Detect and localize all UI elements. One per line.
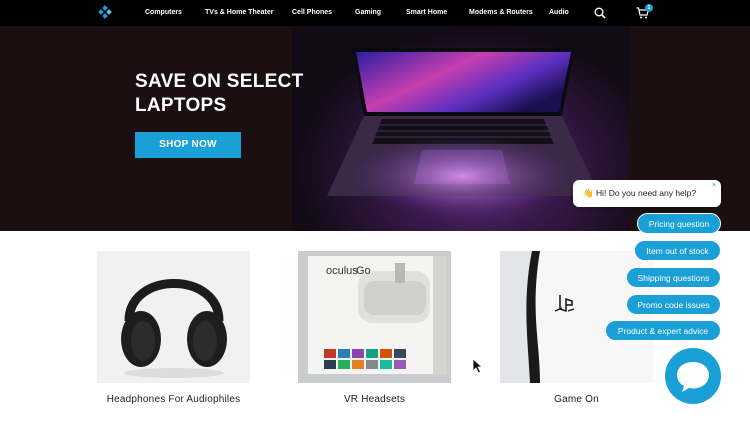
top-nav: Computers TVs & Home Theater Cell Phones… <box>0 0 750 26</box>
close-icon[interactable]: × <box>712 182 716 189</box>
chat-bubble-icon <box>677 362 709 392</box>
product-caption-headphones[interactable]: Headphones For Audiophiles <box>97 394 250 405</box>
cart-count-badge: 1 <box>645 4 653 12</box>
quick-reply-shipping-questions[interactable]: Shipping questions <box>626 267 721 288</box>
mouse-cursor-icon <box>472 358 483 374</box>
product-caption-vr-headsets[interactable]: VR Headsets <box>298 394 451 405</box>
quick-reply-item-out-of-stock[interactable]: Item out of stock <box>634 240 721 261</box>
nav-item-modems-routers[interactable]: Modems & Routers <box>469 9 533 16</box>
quick-reply-product-expert-advice[interactable]: Product & expert advice <box>605 320 721 341</box>
chat-greeting-text: 👋 Hi! Do you need any help? <box>583 188 697 198</box>
nav-item-gaming[interactable]: Gaming <box>355 9 381 16</box>
product-caption-game-on[interactable]: Game On <box>500 394 653 405</box>
vr-box-model: Go <box>356 265 371 277</box>
quick-reply-pricing-question[interactable]: Pricing question <box>637 213 721 234</box>
shop-now-button[interactable]: SHOP NOW <box>135 132 241 158</box>
chat-greeting-bubble[interactable]: 👋 Hi! Do you need any help? × <box>573 180 721 207</box>
chat-launcher-button[interactable] <box>665 348 721 404</box>
nav-item-tvs-home-theater[interactable]: TVs & Home Theater <box>205 9 273 16</box>
nav-item-cell-phones[interactable]: Cell Phones <box>292 9 332 16</box>
hero-title: SAVE ON SELECT LAPTOPS <box>135 71 304 116</box>
nav-item-audio[interactable]: Audio <box>549 9 569 16</box>
quick-reply-promo-code-issues[interactable]: Promo code issues <box>626 294 721 315</box>
search-icon[interactable] <box>594 7 606 19</box>
nav-item-computers[interactable]: Computers <box>145 9 182 16</box>
nav-item-smart-home[interactable]: Smart Home <box>406 9 447 16</box>
product-image-headphones[interactable] <box>97 251 250 383</box>
vr-box-brand: oculus <box>326 265 358 277</box>
logo-icon[interactable] <box>97 5 113 21</box>
product-image-vr-headsets[interactable]: oculus Go <box>298 251 451 383</box>
